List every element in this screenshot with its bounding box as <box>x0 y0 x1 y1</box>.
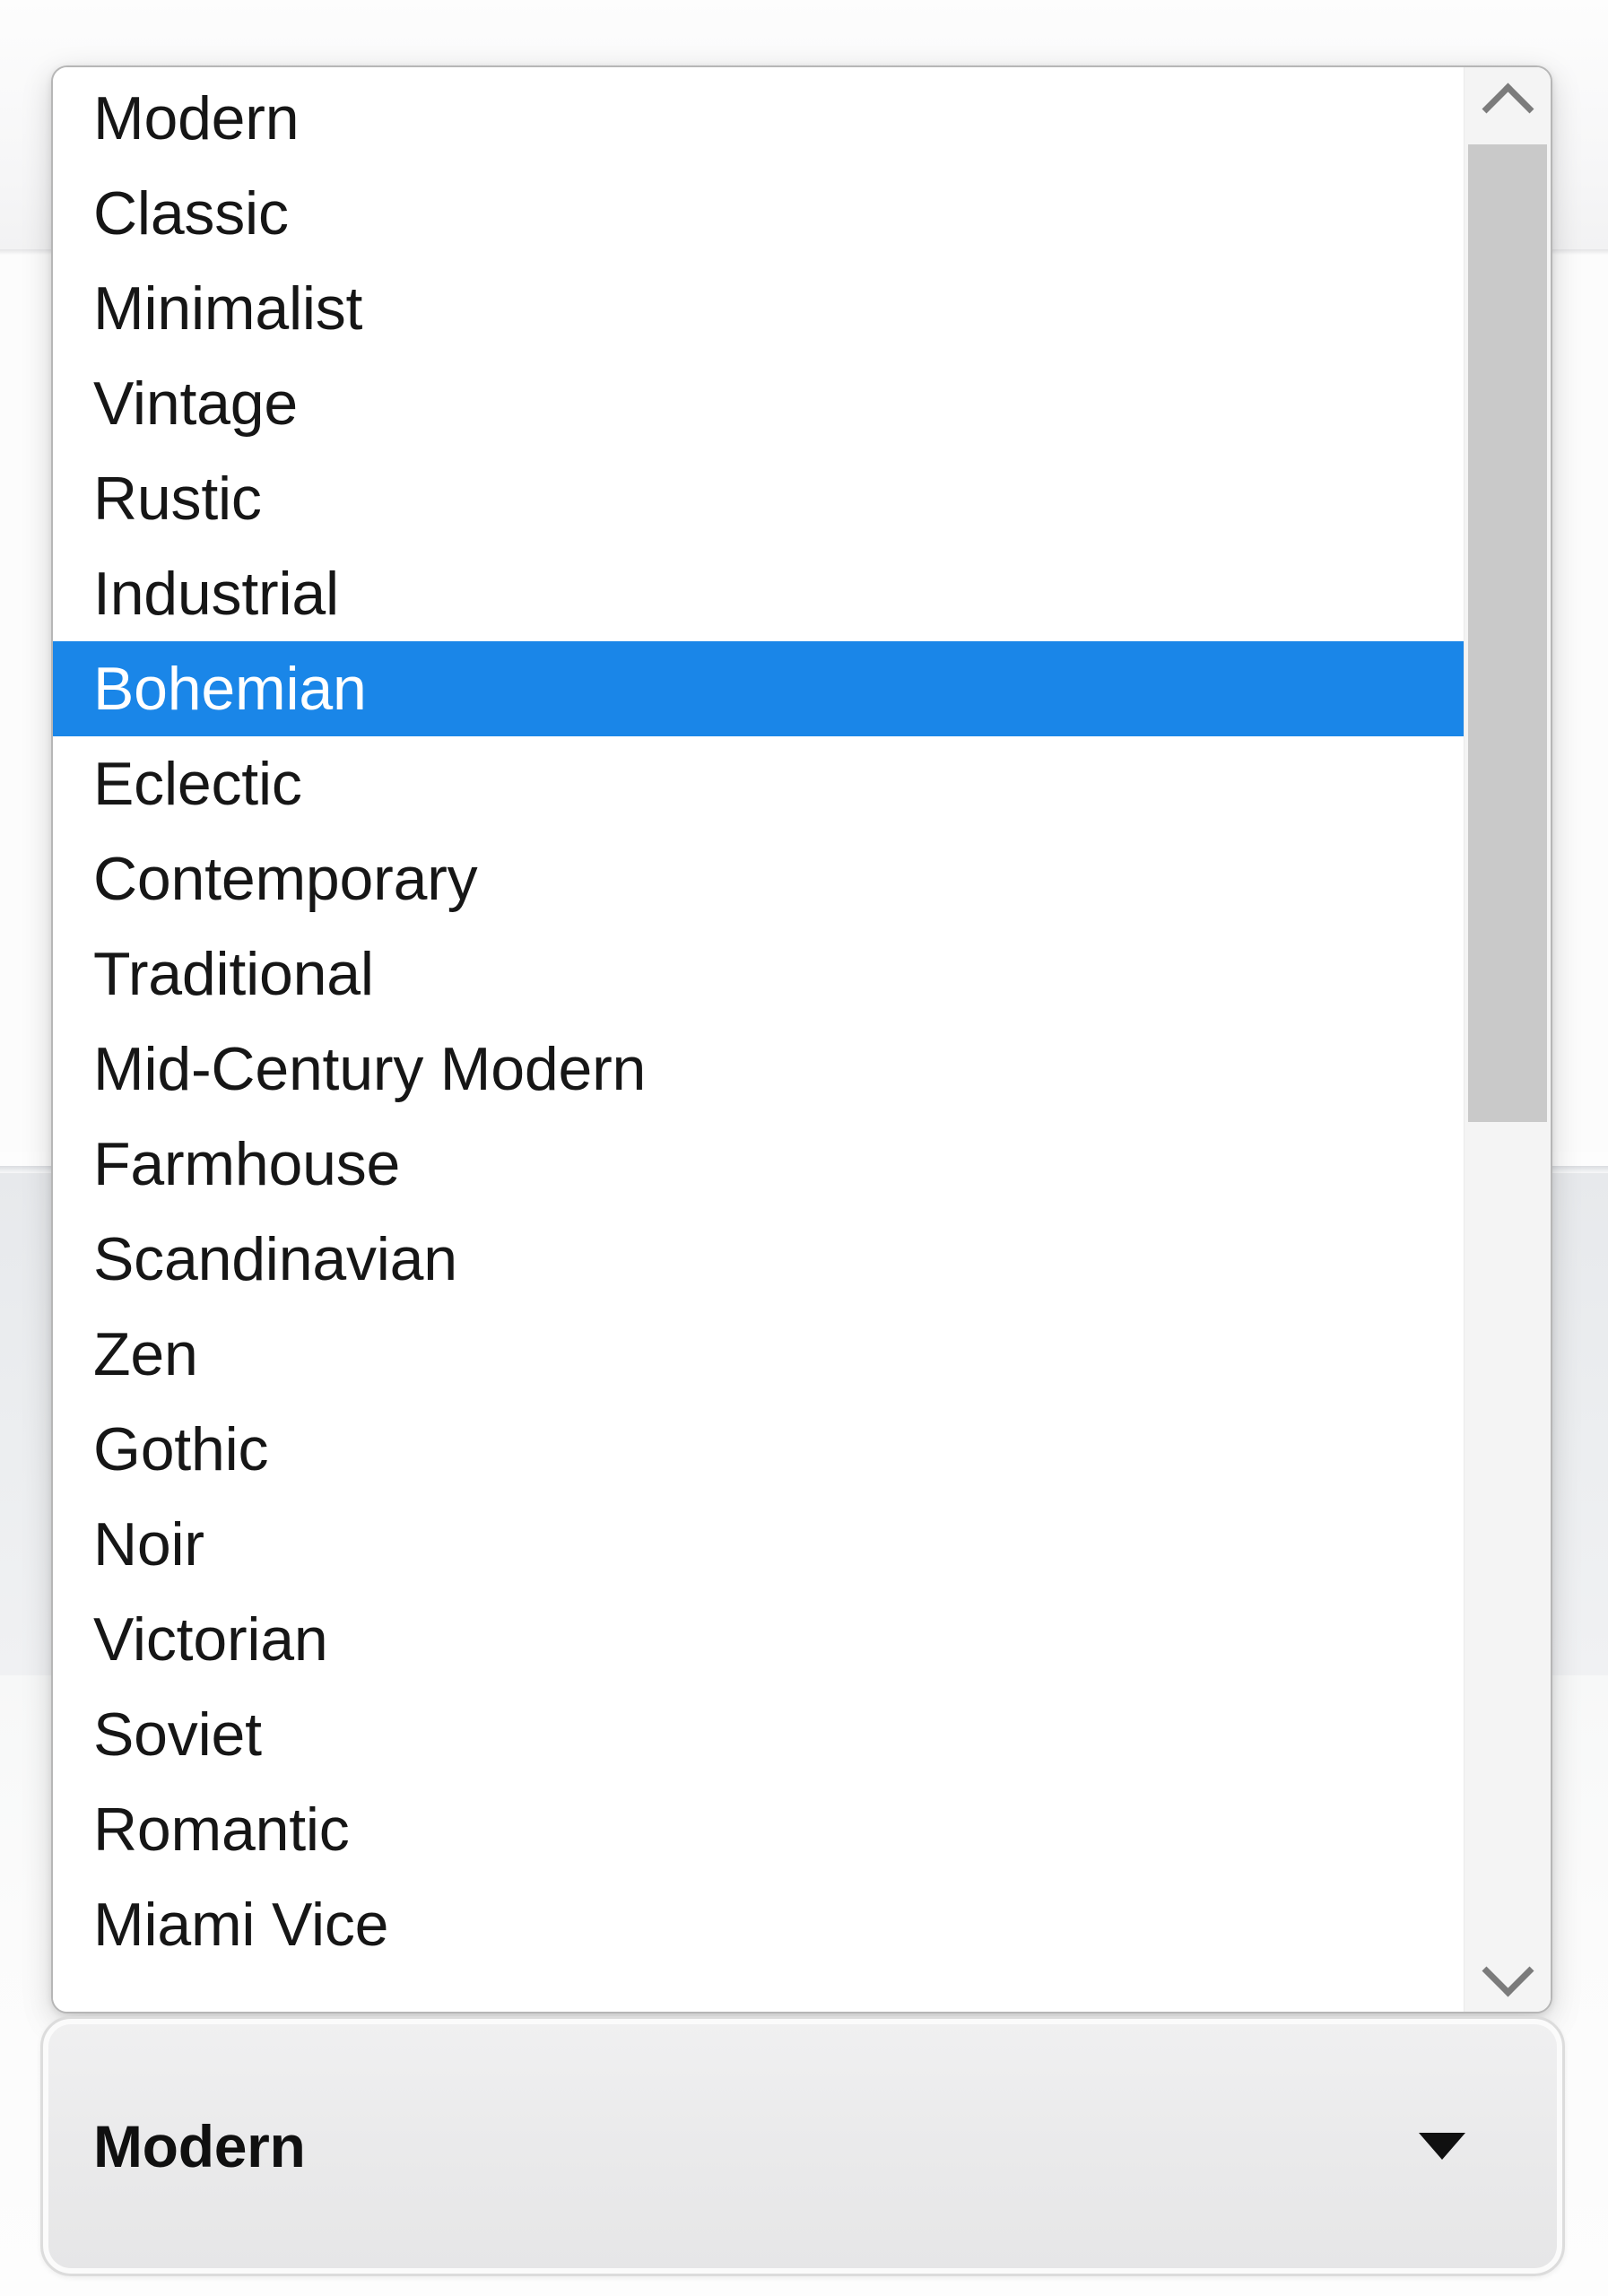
dropdown-scrollbar[interactable] <box>1464 67 1551 2012</box>
dropdown-option-traditional[interactable]: Traditional <box>53 926 1464 1022</box>
chevron-down-icon <box>1482 1944 1534 1996</box>
dropdown-option-list[interactable]: Modern Classic Minimalist Vintage Rustic… <box>53 67 1464 2012</box>
style-combobox[interactable]: Modern <box>40 2016 1565 2276</box>
dropdown-option-classic[interactable]: Classic <box>53 166 1464 261</box>
dropdown-option-minimalist[interactable]: Minimalist <box>53 261 1464 356</box>
dropdown-option-zen[interactable]: Zen <box>53 1307 1464 1402</box>
dropdown-option-gothic[interactable]: Gothic <box>53 1402 1464 1497</box>
dropdown-option-noir[interactable]: Noir <box>53 1497 1464 1592</box>
style-dropdown-popup[interactable]: Modern Classic Minimalist Vintage Rustic… <box>51 65 1552 2013</box>
dropdown-option-mid-century-modern[interactable]: Mid-Century Modern <box>53 1022 1464 1117</box>
scroll-down-button[interactable] <box>1465 1940 1551 2012</box>
dropdown-option-soviet[interactable]: Soviet <box>53 1687 1464 1782</box>
dropdown-option-romantic[interactable]: Romantic <box>53 1782 1464 1877</box>
chevron-up-icon <box>1482 83 1534 135</box>
dropdown-option-bohemian[interactable]: Bohemian <box>53 641 1464 736</box>
dropdown-option-miami-vice[interactable]: Miami Vice <box>53 1877 1464 1972</box>
combobox-selected-value: Modern <box>93 2112 306 2180</box>
scrollbar-thumb[interactable] <box>1468 144 1547 1122</box>
triangle-down-icon[interactable] <box>1419 2133 1465 2160</box>
dropdown-option-victorian[interactable]: Victorian <box>53 1592 1464 1687</box>
dropdown-option-vintage[interactable]: Vintage <box>53 356 1464 451</box>
dropdown-option-industrial[interactable]: Industrial <box>53 546 1464 641</box>
dropdown-option-farmhouse[interactable]: Farmhouse <box>53 1117 1464 1212</box>
dropdown-option-scandinavian[interactable]: Scandinavian <box>53 1212 1464 1307</box>
dropdown-option-modern[interactable]: Modern <box>53 71 1464 166</box>
dropdown-option-contemporary[interactable]: Contemporary <box>53 831 1464 926</box>
dropdown-option-rustic[interactable]: Rustic <box>53 451 1464 546</box>
scroll-up-button[interactable] <box>1465 67 1551 139</box>
dropdown-option-eclectic[interactable]: Eclectic <box>53 736 1464 831</box>
